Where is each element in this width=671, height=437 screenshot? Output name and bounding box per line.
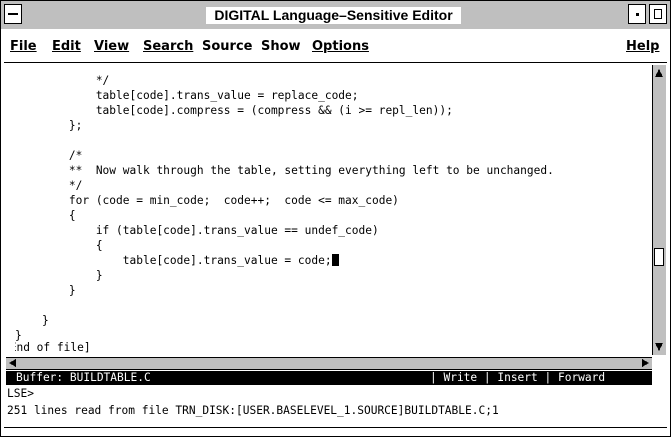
code-line: for (code = min_code; code++; code <= ma… — [15, 194, 399, 207]
status-bar: Buffer: BUILDTABLE.C | Write | Insert | … — [6, 371, 652, 385]
menu-show[interactable]: Show — [261, 39, 301, 54]
horizontal-scrollbar[interactable] — [6, 357, 652, 370]
menu-options[interactable]: Options — [312, 39, 369, 54]
title-bar[interactable]: DIGITAL Language–Sensitive Editor — [1, 1, 670, 29]
code-line: } — [15, 269, 103, 282]
scroll-down-arrow-icon[interactable] — [655, 343, 663, 351]
code-line: table[code].trans_value = replace_code; — [15, 89, 359, 102]
message-line: 251 lines read from file TRN_DISK:[USER.… — [7, 404, 499, 417]
maximize-button[interactable] — [649, 4, 667, 24]
code-line: table[code].trans_value = code; — [15, 254, 332, 267]
buffer-name: Buffer: BUILDTABLE.C — [16, 371, 151, 384]
menu-bar: File Edit View Search Source Show Option… — [4, 37, 667, 57]
code-line: */ — [15, 179, 83, 192]
code-line-cursor: table[code].trans_value = code; — [15, 253, 339, 268]
window-title: DIGITAL Language–Sensitive Editor — [206, 7, 461, 24]
menu-help[interactable]: Help — [626, 39, 659, 54]
code-line: }; — [15, 119, 83, 132]
menu-search-label: Search — [143, 39, 194, 54]
menu-edit[interactable]: Edit — [52, 39, 81, 54]
code-line: ** Now walk through the table, setting e… — [15, 164, 554, 177]
menu-source-label: Source — [202, 39, 253, 54]
vertical-scrollbar[interactable] — [652, 65, 666, 355]
menu-file[interactable]: File — [10, 39, 37, 54]
minimize-button[interactable] — [628, 4, 646, 24]
bottom-divider — [4, 427, 667, 428]
editor-window: DIGITAL Language–Sensitive Editor File E… — [0, 0, 671, 437]
menu-source[interactable]: Source — [202, 39, 252, 54]
vertical-scroll-thumb[interactable] — [654, 248, 664, 266]
scroll-up-arrow-icon[interactable] — [655, 69, 663, 77]
scroll-left-arrow-icon[interactable] — [9, 359, 16, 367]
code-line: } — [15, 284, 76, 297]
menu-help-label: Help — [626, 39, 660, 54]
menu-view[interactable]: View — [94, 39, 129, 54]
code-line: { — [15, 209, 76, 222]
code-line: */ — [15, 74, 110, 87]
window-menu-button[interactable] — [4, 4, 22, 24]
end-of-file-marker: [End of file] — [15, 341, 91, 354]
text-editor-area[interactable]: */ table[code].trans_value = replace_cod… — [15, 65, 645, 355]
code-line: { — [15, 239, 103, 252]
menu-options-label: Options — [312, 39, 369, 54]
editor-modes: | Write | Insert | Forward — [430, 371, 606, 384]
menu-show-label: Show — [261, 39, 301, 54]
menu-divider — [4, 62, 667, 63]
menu-file-label: File — [10, 39, 37, 54]
scroll-right-arrow-icon[interactable] — [642, 359, 649, 367]
text-cursor — [331, 254, 339, 266]
command-prompt[interactable]: LSE> — [7, 387, 34, 401]
code-line: } — [15, 314, 49, 327]
code-line: /* — [15, 149, 83, 162]
menu-edit-label: Edit — [52, 39, 81, 54]
menu-view-label: View — [94, 39, 130, 54]
code-line: table[code].compress = (compress && (i >… — [15, 104, 453, 117]
code-line: if (table[code].trans_value == undef_cod… — [15, 224, 379, 237]
menu-search[interactable]: Search — [143, 39, 193, 54]
